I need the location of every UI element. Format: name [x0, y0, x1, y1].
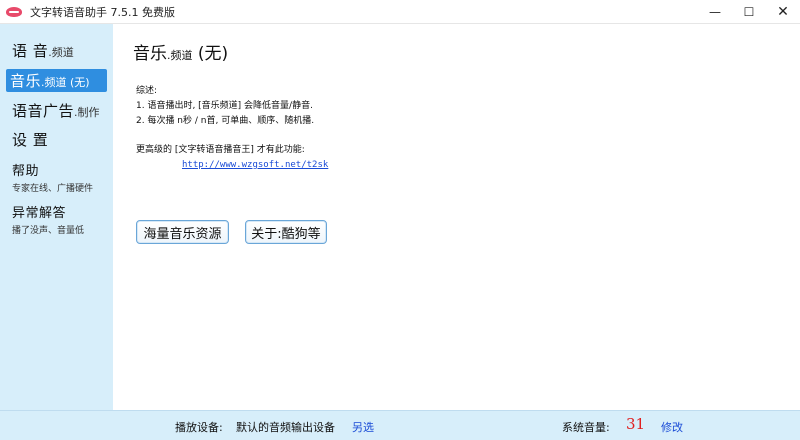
sidebar: 语 音.频道 音乐.频道 (无) 语音广告.制作 设 置 帮助 专家在线、广播硬… [0, 24, 113, 410]
description-line-2: 2. 每次播 n秒 / n首, 可单曲、顺序、随机播. [136, 116, 315, 126]
minimize-button[interactable]: — [698, 0, 732, 24]
sidebar-item-label: 语 音 [12, 42, 49, 60]
description: 综述: 1. 语音播出时, [音乐频道] 会降低音量/静音. 2. 每次播 n秒… [136, 84, 328, 173]
change-volume-link[interactable]: 修改 [661, 419, 683, 435]
title-bar: 文字转语音助手 7.5.1 免费版 — ☐ ✕ [0, 0, 800, 24]
description-heading: 综述: [136, 86, 158, 96]
status-bar: 播放设备: 默认的音频输出设备 另选 系统音量: 31 修改 [0, 410, 800, 440]
maximize-button[interactable]: ☐ [732, 0, 766, 24]
sidebar-item-music-channel[interactable]: 音乐.频道 (无) [6, 69, 107, 92]
sidebar-item-label: 帮助 [12, 164, 40, 179]
page-title: 音乐.频道 (无) [133, 39, 228, 64]
app-logo-icon [6, 6, 22, 17]
sidebar-item-label: 异常解答 [12, 206, 67, 221]
sidebar-item-label: 语音广告 [12, 102, 75, 120]
device-label: 播放设备: [175, 421, 223, 434]
sidebar-item-subtitle: 播了没声、音量低 [12, 226, 85, 236]
promo-text: 更高级的 [文字转语音播音王] 才有此功能: [136, 145, 305, 155]
sidebar-item-help[interactable]: 帮助 专家在线、广播硬件 [6, 160, 107, 194]
sidebar-item-troubleshoot[interactable]: 异常解答 播了没声、音量低 [6, 202, 107, 236]
window-title: 文字转语音助手 7.5.1 免费版 [30, 5, 175, 19]
about-kugou-button[interactable]: 关于:酷狗等 [245, 220, 327, 244]
page-title-sub: .频道 [167, 49, 193, 62]
music-resources-button[interactable]: 海量音乐资源 [136, 220, 229, 244]
sidebar-item-suffix: .频道 (无) [41, 76, 90, 89]
page-title-suffix: (无) [192, 44, 229, 64]
sidebar-item-suffix: .制作 [74, 106, 100, 119]
sidebar-item-settings[interactable]: 设 置 [6, 129, 107, 150]
sidebar-item-label: 设 置 [12, 131, 49, 149]
window-controls: — ☐ ✕ [698, 0, 800, 24]
sidebar-item-label: 音乐 [10, 72, 42, 90]
description-line-1: 1. 语音播出时, [音乐频道] 会降低音量/静音. [136, 101, 313, 111]
volume-label: 系统音量: [562, 421, 610, 434]
sidebar-item-voice-ad[interactable]: 语音广告.制作 [6, 100, 107, 121]
change-device-link[interactable]: 另选 [352, 419, 374, 435]
device-value: 默认的音频输出设备 [236, 421, 335, 434]
volume-value: 31 [626, 415, 646, 433]
promo-link[interactable]: http://www.wzgsoft.net/t2sk [182, 160, 328, 170]
sidebar-item-subtitle: 专家在线、广播硬件 [12, 184, 94, 194]
page-title-main: 音乐 [133, 44, 167, 64]
sidebar-item-suffix: .频道 [48, 46, 74, 59]
close-button[interactable]: ✕ [766, 0, 800, 24]
main-panel: 音乐.频道 (无) 综述: 1. 语音播出时, [音乐频道] 会降低音量/静音.… [113, 24, 800, 410]
sidebar-item-voice-channel[interactable]: 语 音.频道 [6, 40, 107, 61]
